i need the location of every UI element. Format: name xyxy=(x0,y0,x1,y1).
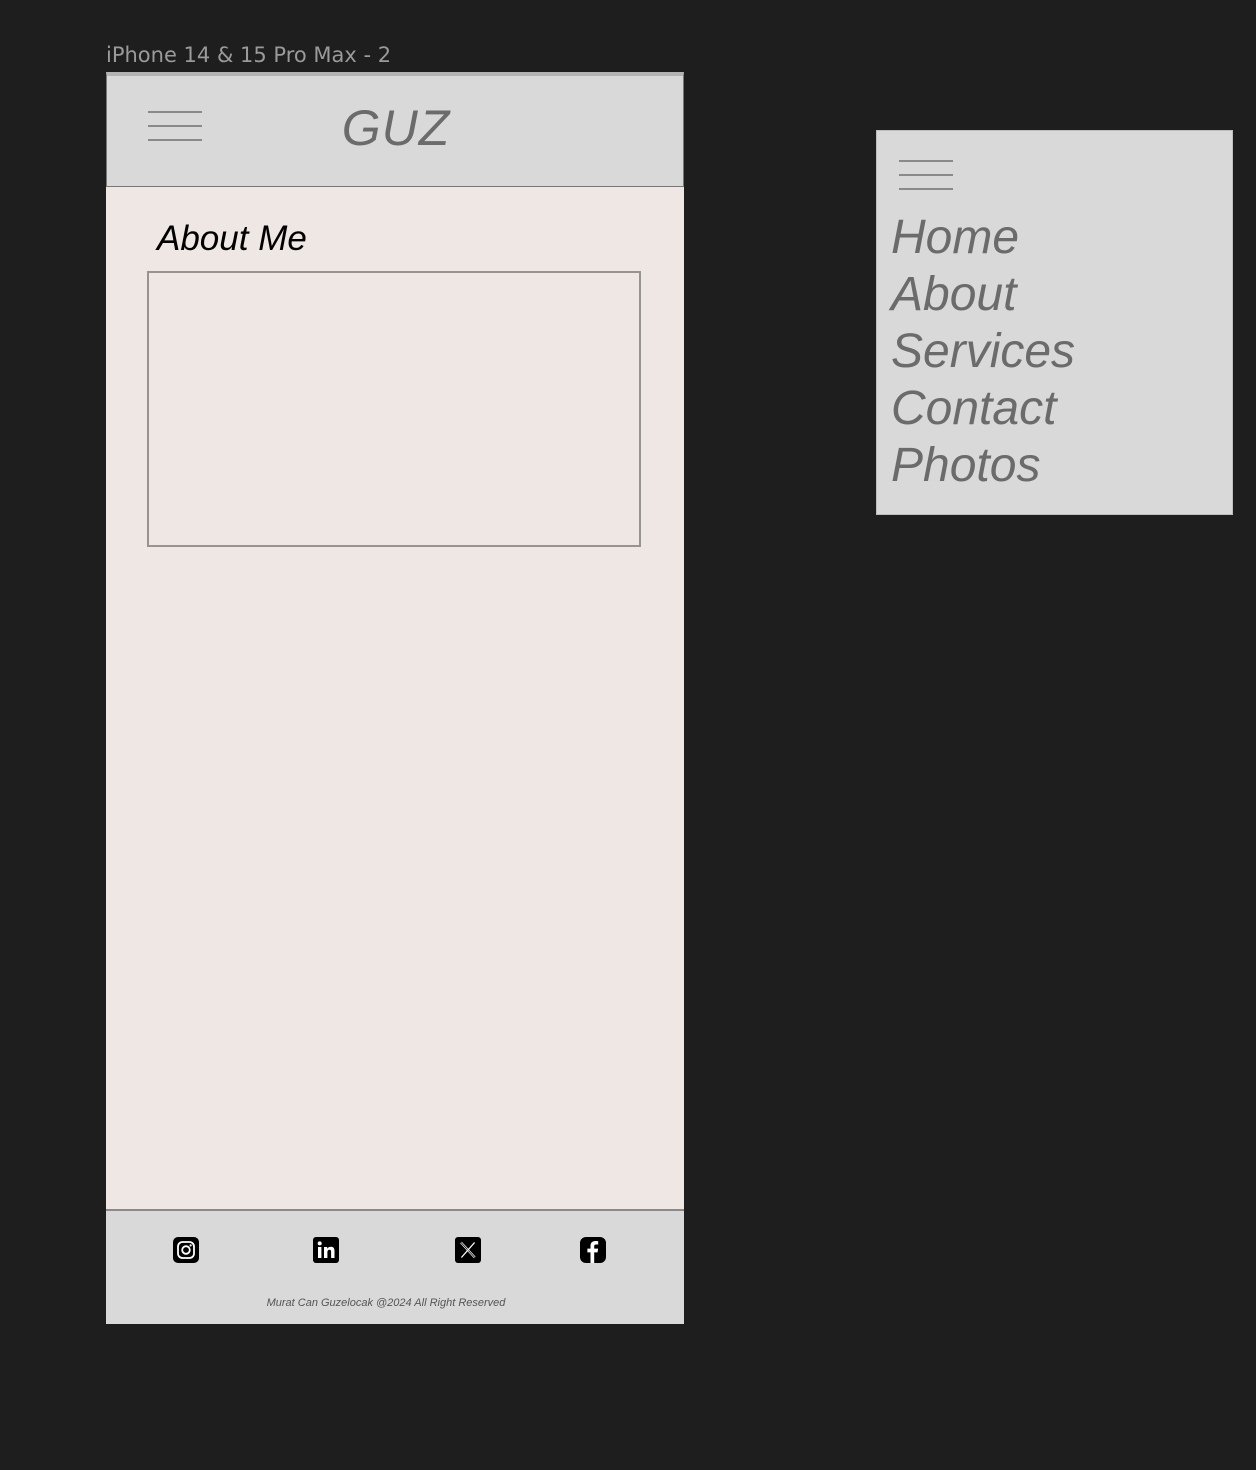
linkedin-icon[interactable] xyxy=(313,1237,339,1263)
menu-item-contact[interactable]: Contact xyxy=(891,380,1075,437)
nav-menu-panel: Home About Services Contact Photos xyxy=(876,130,1233,515)
facebook-icon[interactable] xyxy=(580,1237,606,1263)
phone-frame: GUZ About Me Murat Can Guzelocak @2024 A… xyxy=(106,72,684,1324)
instagram-icon[interactable] xyxy=(173,1237,199,1263)
menu-item-services[interactable]: Services xyxy=(891,323,1075,380)
hamburger-menu-icon[interactable] xyxy=(899,160,953,192)
site-footer: Murat Can Guzelocak @2024 All Right Rese… xyxy=(106,1209,684,1324)
menu-item-about[interactable]: About xyxy=(891,266,1075,323)
nav-menu-list: Home About Services Contact Photos xyxy=(891,209,1075,494)
menu-item-photos[interactable]: Photos xyxy=(891,437,1075,494)
site-header: GUZ xyxy=(106,72,684,187)
menu-item-home[interactable]: Home xyxy=(891,209,1075,266)
copyright-text: Murat Can Guzelocak @2024 All Right Rese… xyxy=(266,1297,506,1309)
x-icon[interactable] xyxy=(455,1237,481,1263)
site-logo[interactable]: GUZ xyxy=(107,98,684,158)
about-me-heading: About Me xyxy=(157,219,307,258)
about-content-box xyxy=(147,271,641,547)
frame-label: iPhone 14 & 15 Pro Max - 2 xyxy=(106,43,392,67)
